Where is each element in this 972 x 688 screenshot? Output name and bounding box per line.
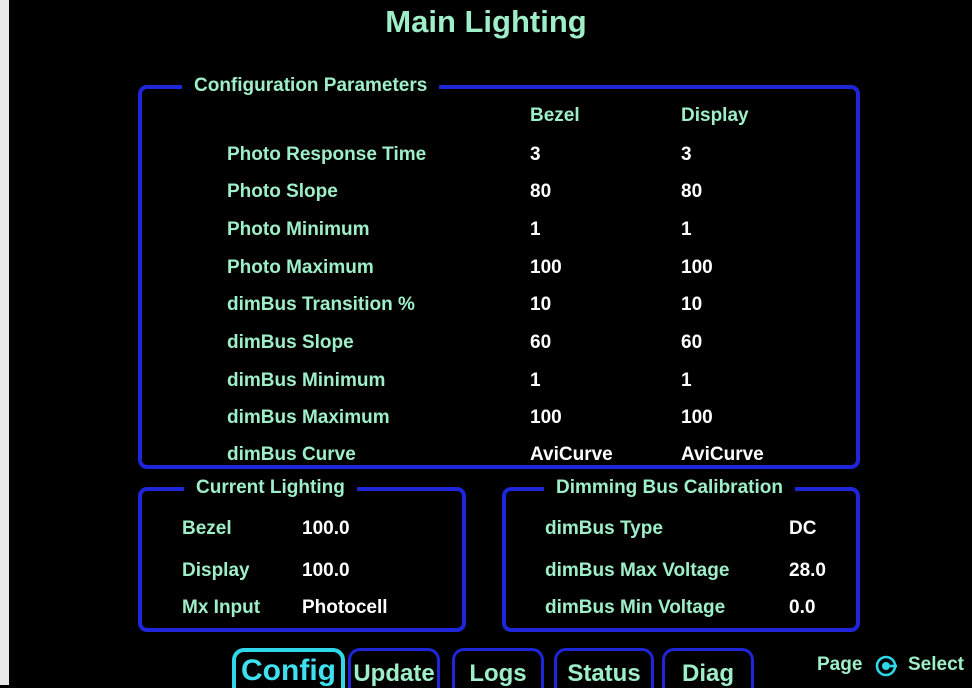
param-label: Photo Maximum: [227, 257, 374, 278]
col-header-bezel: Bezel: [530, 105, 580, 126]
param-label: dimBus Minimum: [227, 370, 386, 391]
display-value[interactable]: 1: [681, 370, 692, 392]
tab-status[interactable]: Status: [554, 648, 654, 688]
bezel-value[interactable]: 1: [530, 370, 541, 392]
bezel-value[interactable]: 10: [530, 294, 551, 316]
display-value[interactable]: 3: [681, 144, 692, 166]
current-value-mx-input: Photocell: [302, 597, 388, 618]
calibration-label: dimBus Min Voltage: [545, 597, 726, 618]
calibration-value[interactable]: DC: [789, 518, 816, 540]
bezel-value[interactable]: 100: [530, 257, 562, 279]
bezel-value[interactable]: 100: [530, 407, 562, 429]
config-legend: Configuration Parameters: [182, 75, 440, 97]
tab-diag[interactable]: Diag: [662, 648, 754, 688]
tab-config[interactable]: Config: [232, 648, 345, 688]
current-label-mx-input: Mx Input: [182, 597, 261, 618]
param-label: dimBus Maximum: [227, 407, 390, 428]
display-value[interactable]: 10: [681, 294, 702, 316]
calibration-label: dimBus Type: [545, 518, 663, 539]
display-value[interactable]: 1: [681, 219, 692, 241]
param-label: dimBus Slope: [227, 332, 354, 353]
page-title: Main Lighting: [385, 4, 587, 39]
dimming-calibration-panel: Dimming Bus Calibration dimBus Type DC d…: [502, 477, 860, 632]
display-value[interactable]: AviCurve: [681, 444, 764, 466]
calibration-value[interactable]: 28.0: [789, 560, 826, 582]
display-value[interactable]: 60: [681, 332, 702, 354]
calibration-value[interactable]: 0.0: [789, 597, 815, 619]
current-label-bezel: Bezel: [182, 518, 232, 539]
bezel-value[interactable]: 1: [530, 219, 541, 241]
screen-edge: [0, 0, 9, 685]
param-label: Photo Minimum: [227, 219, 370, 240]
tab-update[interactable]: Update: [348, 648, 440, 688]
bezel-value[interactable]: 60: [530, 332, 551, 354]
current-lighting-legend: Current Lighting: [184, 477, 357, 499]
calibration-label: dimBus Max Voltage: [545, 560, 730, 581]
rotary-knob-icon: [875, 655, 897, 677]
bezel-value[interactable]: AviCurve: [530, 444, 613, 466]
page-hint: Page: [817, 654, 863, 675]
param-label: dimBus Transition %: [227, 294, 415, 315]
select-hint: Select: [908, 654, 964, 675]
config-panel: Configuration Parameters Bezel Display P…: [138, 75, 860, 469]
param-label: Photo Response Time: [227, 144, 427, 165]
current-label-display: Display: [182, 560, 250, 581]
display-value[interactable]: 100: [681, 257, 713, 279]
bezel-value[interactable]: 3: [530, 144, 541, 166]
current-value-bezel: 100.0: [302, 518, 350, 539]
current-value-display: 100.0: [302, 560, 350, 581]
param-label: Photo Slope: [227, 181, 338, 202]
current-lighting-panel: Current Lighting Bezel 100.0 Display 100…: [138, 477, 466, 632]
col-header-display: Display: [681, 105, 749, 126]
dimming-calibration-legend: Dimming Bus Calibration: [544, 477, 795, 499]
param-label: dimBus Curve: [227, 444, 356, 465]
tab-logs[interactable]: Logs: [452, 648, 544, 688]
bezel-value[interactable]: 80: [530, 181, 551, 203]
display-value[interactable]: 80: [681, 181, 702, 203]
display-value[interactable]: 100: [681, 407, 713, 429]
